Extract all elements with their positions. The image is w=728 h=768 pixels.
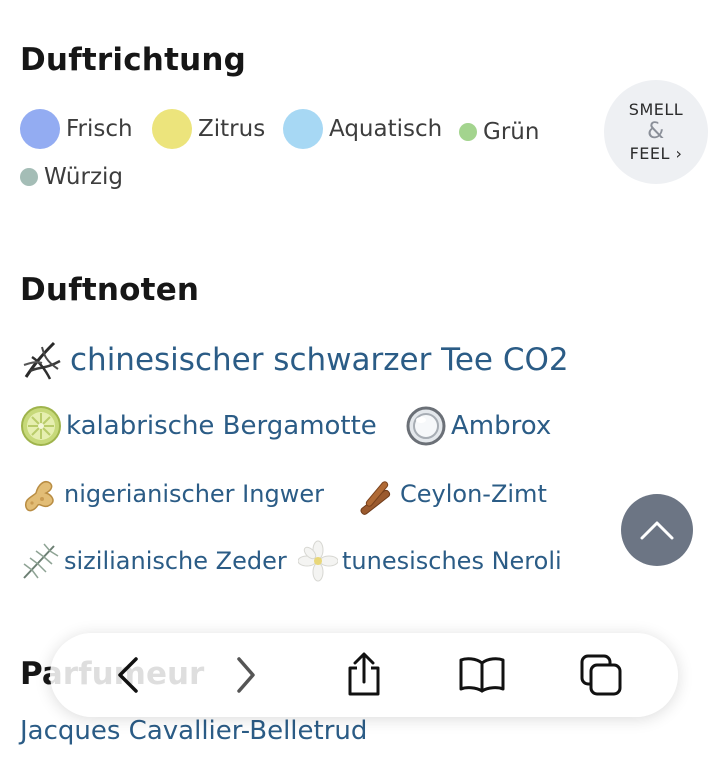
wuerzig-color-dot <box>20 168 38 186</box>
note-label: Ambrox <box>451 411 552 441</box>
cedar-icon <box>23 543 59 579</box>
forward-button[interactable] <box>216 645 276 705</box>
scent-notes-title: Duftnoten <box>20 272 200 308</box>
scent-chip-gruen[interactable]: Grün <box>459 119 539 145</box>
black-tea-icon <box>23 341 61 380</box>
scent-chip-label: Würzig <box>44 164 124 190</box>
note-label: tunesisches Neroli <box>342 547 562 575</box>
ambrox-icon <box>406 406 446 446</box>
share-icon <box>348 652 380 696</box>
scent-chip-label: Aquatisch <box>329 116 443 142</box>
frisch-color-dot <box>20 109 60 149</box>
ginger-icon <box>24 481 54 512</box>
scent-chip-label: Grün <box>483 119 540 145</box>
perfumer-name-link[interactable]: Jacques Cavallier-Belletrud <box>20 716 367 746</box>
feel-label: FEEL › <box>629 144 683 163</box>
bookmarks-icon <box>459 657 505 693</box>
bookmarks-button[interactable] <box>452 645 512 705</box>
smell-label: SMELL <box>628 100 684 119</box>
forward-icon <box>236 657 255 693</box>
zitrus-color-dot <box>152 109 192 149</box>
scent-chip-frisch[interactable]: Frisch <box>20 109 133 149</box>
note-label: sizilianische Zeder <box>64 547 287 575</box>
scent-chip-zitrus[interactable]: Zitrus <box>152 109 265 149</box>
note-neroli[interactable]: tunesisches Neroli <box>298 540 562 582</box>
tabs-button[interactable] <box>571 645 631 705</box>
note-label: chinesischer schwarzer Tee CO2 <box>70 342 569 378</box>
note-label: Ceylon-Zimt <box>400 480 547 508</box>
note-label: kalabrische Bergamotte <box>66 411 377 441</box>
smell-and-feel-button[interactable]: SMELL & FEEL › <box>604 80 708 184</box>
note-ambrox[interactable]: Ambrox <box>405 405 551 447</box>
browser-toolbar <box>50 633 678 717</box>
share-button[interactable] <box>334 645 394 705</box>
note-label: nigerianischer Ingwer <box>64 480 324 508</box>
note-bergamot[interactable]: kalabrische Bergamotte <box>20 405 377 447</box>
note-ginger[interactable]: nigerianischer Ingwer <box>20 473 324 515</box>
chevron-up-icon <box>640 521 674 540</box>
scroll-to-top-button[interactable] <box>621 494 693 566</box>
back-icon <box>118 657 138 693</box>
gruen-color-dot <box>459 123 477 141</box>
neroli-flower-icon <box>298 540 338 582</box>
back-button[interactable] <box>97 645 157 705</box>
aquatisch-color-dot <box>283 109 323 149</box>
scent-chip-aquatisch[interactable]: Aquatisch <box>283 109 442 149</box>
note-black-tea[interactable]: chinesischer schwarzer Tee CO2 <box>20 337 569 383</box>
scent-direction-title: Duftrichtung <box>20 42 247 78</box>
bergamot-icon <box>21 406 61 446</box>
note-cinnamon[interactable]: Ceylon-Zimt <box>354 473 547 515</box>
scent-chip-label: Zitrus <box>198 116 266 142</box>
tabs-icon <box>580 654 622 696</box>
note-cedar[interactable]: sizilianische Zeder <box>20 540 287 582</box>
cinnamon-icon <box>360 481 391 515</box>
scent-chip-label: Frisch <box>66 116 133 142</box>
ampersand: & <box>647 119 665 144</box>
scent-chip-wuerzig[interactable]: Würzig <box>20 164 123 190</box>
